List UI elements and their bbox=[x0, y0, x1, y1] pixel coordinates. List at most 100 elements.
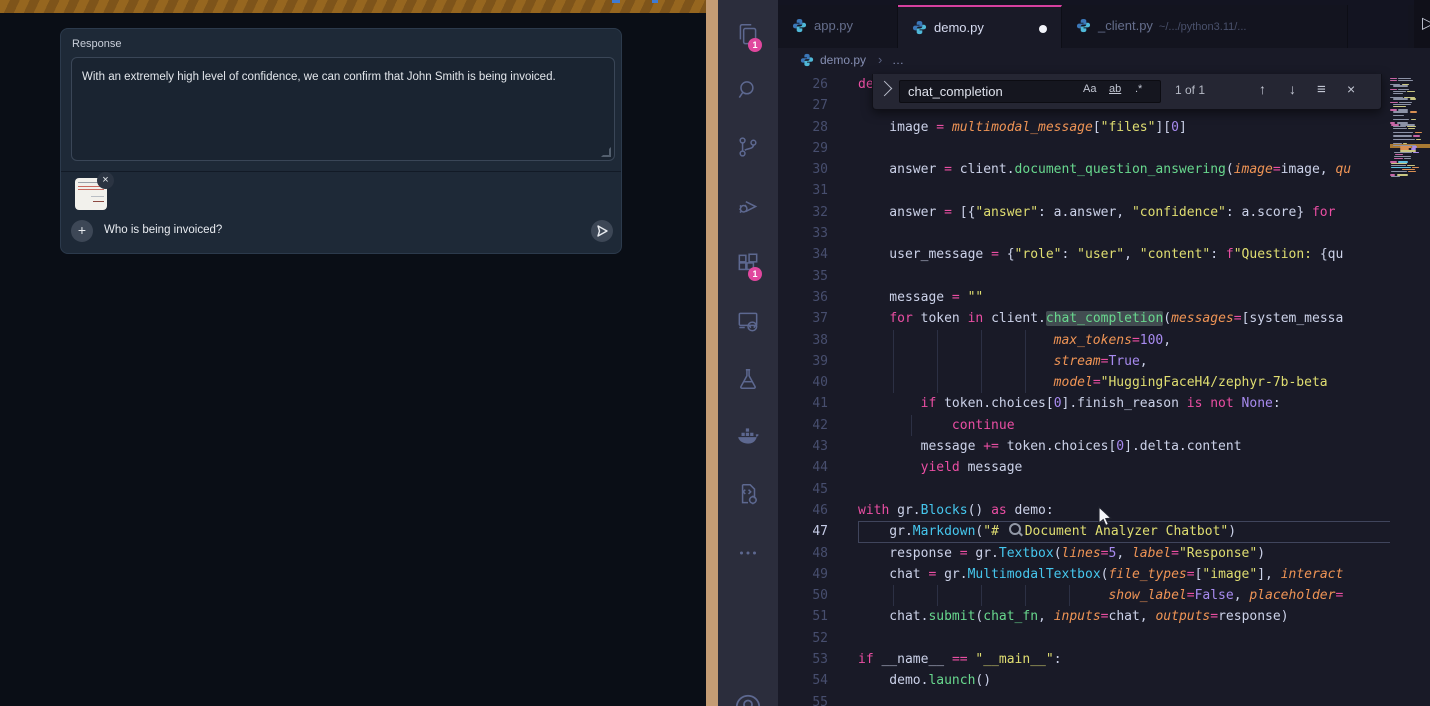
code-text[interactable]: image = multimodal_message["files"][0] bbox=[858, 117, 1390, 138]
line-number[interactable]: 50 bbox=[778, 585, 858, 606]
line-number[interactable]: 46 bbox=[778, 500, 858, 521]
code-line[interactable]: 47 gr.Markdown("# Document Analyzer Chat… bbox=[778, 521, 1390, 542]
code-line[interactable]: 31 bbox=[778, 180, 1390, 201]
modified-dot-icon[interactable] bbox=[1039, 25, 1047, 33]
code-text[interactable]: yield message bbox=[858, 457, 1390, 478]
line-number[interactable]: 31 bbox=[778, 180, 858, 201]
code-text[interactable]: model="HuggingFaceH4/zephyr-7b-beta bbox=[858, 372, 1390, 393]
line-number[interactable]: 51 bbox=[778, 606, 858, 627]
tab-client-py[interactable]: _client.py~/.../python3.11/... bbox=[1062, 5, 1348, 48]
code-line[interactable]: 49 chat = gr.MultimodalTextbox(file_type… bbox=[778, 564, 1390, 585]
breadcrumb-symbol[interactable]: … bbox=[892, 53, 904, 67]
activity-extensions[interactable]: 1 bbox=[718, 239, 778, 291]
code-line[interactable]: 48 response = gr.Textbox(lines=5, label=… bbox=[778, 543, 1390, 564]
code-text[interactable]: user_message = {"role": "user", "content… bbox=[858, 244, 1390, 265]
code-line[interactable]: 38 max_tokens=100, bbox=[778, 330, 1390, 351]
code-line[interactable]: 46with gr.Blocks() as demo: bbox=[778, 500, 1390, 521]
code-text[interactable]: gr.Markdown("# Document Analyzer Chatbot… bbox=[858, 521, 1390, 542]
tab-app-py[interactable]: app.py bbox=[778, 5, 898, 48]
line-number[interactable]: 49 bbox=[778, 564, 858, 585]
code-text[interactable] bbox=[858, 479, 1390, 500]
code-line[interactable]: 53if __name__ == "__main__": bbox=[778, 649, 1390, 670]
send-button[interactable] bbox=[591, 220, 613, 242]
run-python-file-button[interactable]: ▷ bbox=[1422, 13, 1430, 33]
code-text[interactable]: answer = [{"answer": a.answer, "confiden… bbox=[858, 202, 1390, 223]
line-number[interactable]: 53 bbox=[778, 649, 858, 670]
code-text[interactable]: with gr.Blocks() as demo: bbox=[858, 500, 1390, 521]
code-text[interactable]: continue bbox=[858, 415, 1390, 436]
code-line[interactable]: 35 bbox=[778, 266, 1390, 287]
line-number[interactable]: 30 bbox=[778, 159, 858, 180]
find-expand-chevron-icon[interactable] bbox=[877, 81, 893, 97]
remove-attachment-button[interactable]: × bbox=[97, 172, 114, 189]
line-number[interactable]: 35 bbox=[778, 266, 858, 287]
code-line[interactable]: 39 stream=True, bbox=[778, 351, 1390, 372]
line-number[interactable]: 44 bbox=[778, 457, 858, 478]
activity-more[interactable] bbox=[718, 528, 778, 580]
activity-run-debug[interactable] bbox=[718, 181, 778, 233]
code-line[interactable]: 42 continue bbox=[778, 415, 1390, 436]
add-attachment-button[interactable]: + bbox=[71, 220, 93, 242]
line-number[interactable]: 55 bbox=[778, 692, 858, 706]
line-number[interactable]: 41 bbox=[778, 393, 858, 414]
activity-source-control[interactable] bbox=[718, 122, 778, 174]
line-number[interactable]: 36 bbox=[778, 287, 858, 308]
code-text[interactable] bbox=[858, 223, 1390, 244]
line-number[interactable]: 34 bbox=[778, 244, 858, 265]
code-text[interactable]: message += token.choices[0].delta.conten… bbox=[858, 436, 1390, 457]
close-find-button[interactable]: × bbox=[1347, 81, 1355, 97]
code-text[interactable]: for token in client.chat_completion(mess… bbox=[858, 308, 1390, 329]
resize-handle[interactable] bbox=[601, 147, 611, 157]
code-text[interactable] bbox=[858, 180, 1390, 201]
activity-testing[interactable] bbox=[718, 354, 778, 406]
line-number[interactable]: 29 bbox=[778, 138, 858, 159]
code-text[interactable]: max_tokens=100, bbox=[858, 330, 1390, 351]
line-number[interactable]: 52 bbox=[778, 628, 858, 649]
line-number[interactable]: 32 bbox=[778, 202, 858, 223]
code-line[interactable]: 37 for token in client.chat_completion(m… bbox=[778, 308, 1390, 329]
code-line[interactable]: 36 message = "" bbox=[778, 287, 1390, 308]
line-number[interactable]: 38 bbox=[778, 330, 858, 351]
breadcrumb-file[interactable]: demo.py bbox=[820, 53, 866, 67]
line-number[interactable]: 43 bbox=[778, 436, 858, 457]
line-number[interactable]: 45 bbox=[778, 479, 858, 500]
code-text[interactable]: if __name__ == "__main__": bbox=[858, 649, 1390, 670]
line-number[interactable]: 28 bbox=[778, 117, 858, 138]
response-textarea[interactable]: With an extremely high level of confiden… bbox=[71, 57, 615, 161]
activity-search[interactable] bbox=[718, 65, 778, 117]
code-text[interactable]: show_label=False, placeholder= bbox=[858, 585, 1390, 606]
line-number[interactable]: 42 bbox=[778, 415, 858, 436]
code-text[interactable]: chat.submit(chat_fn, inputs=chat, output… bbox=[858, 606, 1390, 627]
code-text[interactable] bbox=[858, 628, 1390, 649]
line-number[interactable]: 33 bbox=[778, 223, 858, 244]
multimodal-textbox[interactable]: × + Who is being invoiced? bbox=[61, 171, 621, 254]
regex-toggle[interactable]: .* bbox=[1135, 83, 1142, 95]
code-line[interactable]: 52 bbox=[778, 628, 1390, 649]
line-number[interactable]: 26 bbox=[778, 74, 858, 95]
find-input[interactable]: chat_completion bbox=[899, 80, 1161, 103]
code-text[interactable]: stream=True, bbox=[858, 351, 1390, 372]
code-text[interactable]: chat = gr.MultimodalTextbox(file_types=[… bbox=[858, 564, 1390, 585]
code-text[interactable] bbox=[858, 266, 1390, 287]
code-line[interactable]: 29 bbox=[778, 138, 1390, 159]
line-number[interactable]: 54 bbox=[778, 670, 858, 691]
next-match-button[interactable]: ↓ bbox=[1289, 81, 1296, 97]
code-line[interactable]: 51 chat.submit(chat_fn, inputs=chat, out… bbox=[778, 606, 1390, 627]
activity-explorer[interactable]: 1 bbox=[718, 10, 778, 62]
previous-match-button[interactable]: ↑ bbox=[1259, 81, 1266, 97]
line-number[interactable]: 37 bbox=[778, 308, 858, 329]
line-number[interactable]: 27 bbox=[778, 95, 858, 116]
whole-word-toggle[interactable]: ab bbox=[1109, 83, 1121, 95]
line-number[interactable]: 40 bbox=[778, 372, 858, 393]
code-text[interactable]: demo.launch() bbox=[858, 670, 1390, 691]
code-text[interactable] bbox=[858, 692, 1390, 706]
activity-remote-explorer[interactable] bbox=[718, 296, 778, 348]
code-line[interactable]: 28 image = multimodal_message["files"][0… bbox=[778, 117, 1390, 138]
code-line[interactable]: 50 show_label=False, placeholder= bbox=[778, 585, 1390, 606]
code-line[interactable]: 33 bbox=[778, 223, 1390, 244]
activity-accounts[interactable] bbox=[718, 688, 778, 706]
code-text[interactable] bbox=[858, 138, 1390, 159]
browser-titlebar[interactable] bbox=[0, 0, 706, 13]
code-line[interactable]: 43 message += token.choices[0].delta.con… bbox=[778, 436, 1390, 457]
find-in-selection-button[interactable]: ≡ bbox=[1317, 81, 1326, 98]
